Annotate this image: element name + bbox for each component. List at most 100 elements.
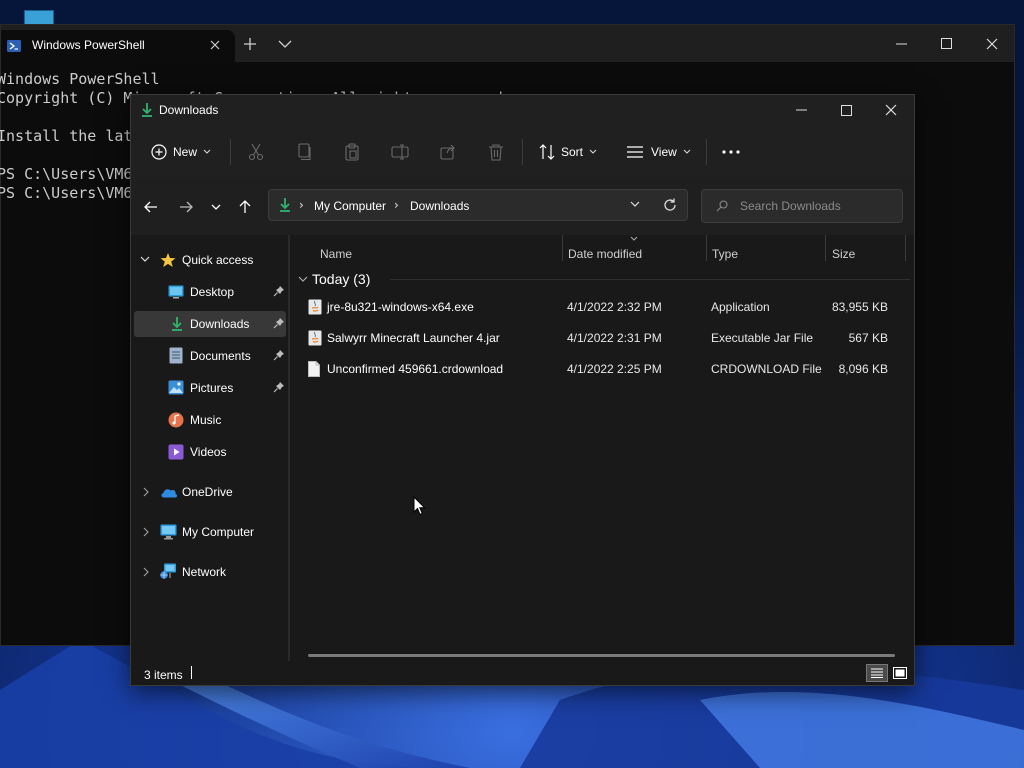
status-separator <box>191 666 192 679</box>
more-options-button[interactable] <box>722 125 740 178</box>
copy-button[interactable] <box>296 125 312 178</box>
up-button[interactable] <box>234 196 256 218</box>
file-explorer-window: Downloads New Sort View › My Computer › … <box>130 94 915 686</box>
chevron-down-icon[interactable] <box>298 276 308 282</box>
sidebar-item-label: Downloads <box>190 317 250 331</box>
chevron-down-icon[interactable] <box>278 40 292 49</box>
refresh-icon[interactable] <box>663 198 677 212</box>
pin-icon <box>273 349 285 361</box>
sidebar-item-label: Pictures <box>190 381 234 395</box>
window-title: Downloads <box>159 103 219 117</box>
rename-button[interactable] <box>391 125 409 178</box>
breadcrumb-my-computer[interactable]: My Computer <box>314 199 386 213</box>
sort-icon <box>539 143 555 160</box>
recent-locations-button[interactable] <box>205 196 227 218</box>
sidebar-item-desktop[interactable]: Desktop <box>134 279 286 305</box>
navigation-bar: › My Computer › Downloads <box>131 178 914 235</box>
paste-button[interactable] <box>344 125 360 178</box>
column-header-name[interactable]: Name <box>320 247 352 261</box>
file-size: 567 KB <box>848 331 888 345</box>
new-tab-icon[interactable] <box>243 37 257 51</box>
column-divider[interactable] <box>905 235 906 261</box>
sidebar-item-downloads[interactable]: Downloads <box>134 311 286 337</box>
forward-button[interactable] <box>175 196 197 218</box>
file-type: CRDOWNLOAD File <box>711 362 822 376</box>
sidebar-item-label: Videos <box>190 445 227 459</box>
chevron-right-icon[interactable] <box>143 567 149 577</box>
desktop-icon <box>168 285 184 299</box>
powershell-icon <box>6 39 22 53</box>
close-tab-icon[interactable] <box>209 39 221 51</box>
cut-button[interactable] <box>248 125 264 178</box>
column-divider[interactable] <box>562 235 563 261</box>
status-bar: 3 items <box>131 661 914 685</box>
rename-icon <box>391 143 409 160</box>
large-icons-view-button[interactable] <box>890 664 910 682</box>
sidebar-item-onedrive[interactable]: OneDrive <box>134 479 286 505</box>
view-button[interactable]: View <box>627 125 691 178</box>
file-date-modified: 4/1/2022 2:32 PM <box>567 300 662 314</box>
star-icon <box>160 252 176 268</box>
chevron-down-icon[interactable] <box>630 201 640 207</box>
column-divider[interactable] <box>825 235 826 261</box>
sort-button[interactable]: Sort <box>539 125 597 178</box>
column-divider[interactable] <box>706 235 707 261</box>
sidebar-item-label: Documents <box>190 349 251 363</box>
videos-icon <box>168 444 184 460</box>
computer-icon <box>160 524 177 540</box>
delete-button[interactable] <box>488 125 504 178</box>
sidebar-item-pictures[interactable]: Pictures <box>134 375 286 401</box>
group-title: Today (3) <box>312 271 371 287</box>
pin-icon <box>273 285 285 297</box>
view-list-icon <box>627 145 643 158</box>
minimize-button[interactable] <box>878 25 924 62</box>
new-button[interactable]: New <box>151 125 211 178</box>
close-button[interactable] <box>969 25 1015 62</box>
chevron-right-icon[interactable] <box>143 527 149 537</box>
onedrive-icon <box>160 487 178 498</box>
maximize-button[interactable] <box>923 25 969 62</box>
sidebar-item-quick-access[interactable]: Quick access <box>134 247 286 273</box>
back-button[interactable] <box>140 196 162 218</box>
column-header-type[interactable]: Type <box>712 247 738 261</box>
item-count: 3 items <box>144 668 183 682</box>
maximize-button[interactable] <box>823 95 869 125</box>
chevron-down-icon[interactable] <box>140 256 150 262</box>
jar-file-icon <box>308 330 322 346</box>
new-label: New <box>173 144 198 159</box>
mouse-cursor-icon <box>413 496 426 516</box>
breadcrumb-separator[interactable]: › <box>299 198 304 212</box>
terminal-tab[interactable]: Windows PowerShell <box>1 30 235 62</box>
sidebar-item-my-computer[interactable]: My Computer <box>134 519 286 545</box>
file-row[interactable]: jre-8u321-windows-x64.exe 4/1/2022 2:32 … <box>302 293 900 321</box>
file-type: Application <box>711 300 770 314</box>
column-header-date-modified[interactable]: Date modified <box>568 247 642 261</box>
details-view-button[interactable] <box>866 664 888 682</box>
breadcrumb-separator[interactable]: › <box>394 198 399 212</box>
navigation-pane: Quick access Desktop Downloads Documents… <box>131 235 288 661</box>
search-box[interactable] <box>701 189 903 223</box>
sidebar-item-music[interactable]: Music <box>134 407 286 433</box>
file-row[interactable]: Salwyrr Minecraft Launcher 4.jar 4/1/202… <box>302 324 900 352</box>
java-installer-icon <box>308 299 322 315</box>
file-name: Salwyrr Minecraft Launcher 4.jar <box>327 331 500 345</box>
horizontal-scrollbar[interactable] <box>308 654 895 657</box>
address-bar[interactable]: › My Computer › Downloads <box>268 189 688 221</box>
minimize-button[interactable] <box>778 95 824 125</box>
breadcrumb-downloads[interactable]: Downloads <box>410 199 469 213</box>
documents-icon <box>169 347 183 364</box>
search-input[interactable] <box>740 197 890 215</box>
share-button[interactable] <box>440 125 456 178</box>
sidebar-item-network[interactable]: Network <box>134 559 286 585</box>
file-date-modified: 4/1/2022 2:25 PM <box>567 362 662 376</box>
file-row[interactable]: Unconfirmed 459661.crdownload 4/1/2022 2… <box>302 355 900 383</box>
sidebar-item-videos[interactable]: Videos <box>134 439 286 465</box>
downloads-icon <box>140 102 154 118</box>
group-header-today[interactable]: Today (3) <box>298 269 910 289</box>
network-icon <box>160 563 177 580</box>
column-header-size[interactable]: Size <box>832 247 855 261</box>
sidebar-item-documents[interactable]: Documents <box>134 343 286 369</box>
group-divider <box>390 279 910 280</box>
chevron-right-icon[interactable] <box>143 487 149 497</box>
close-button[interactable] <box>868 95 914 125</box>
